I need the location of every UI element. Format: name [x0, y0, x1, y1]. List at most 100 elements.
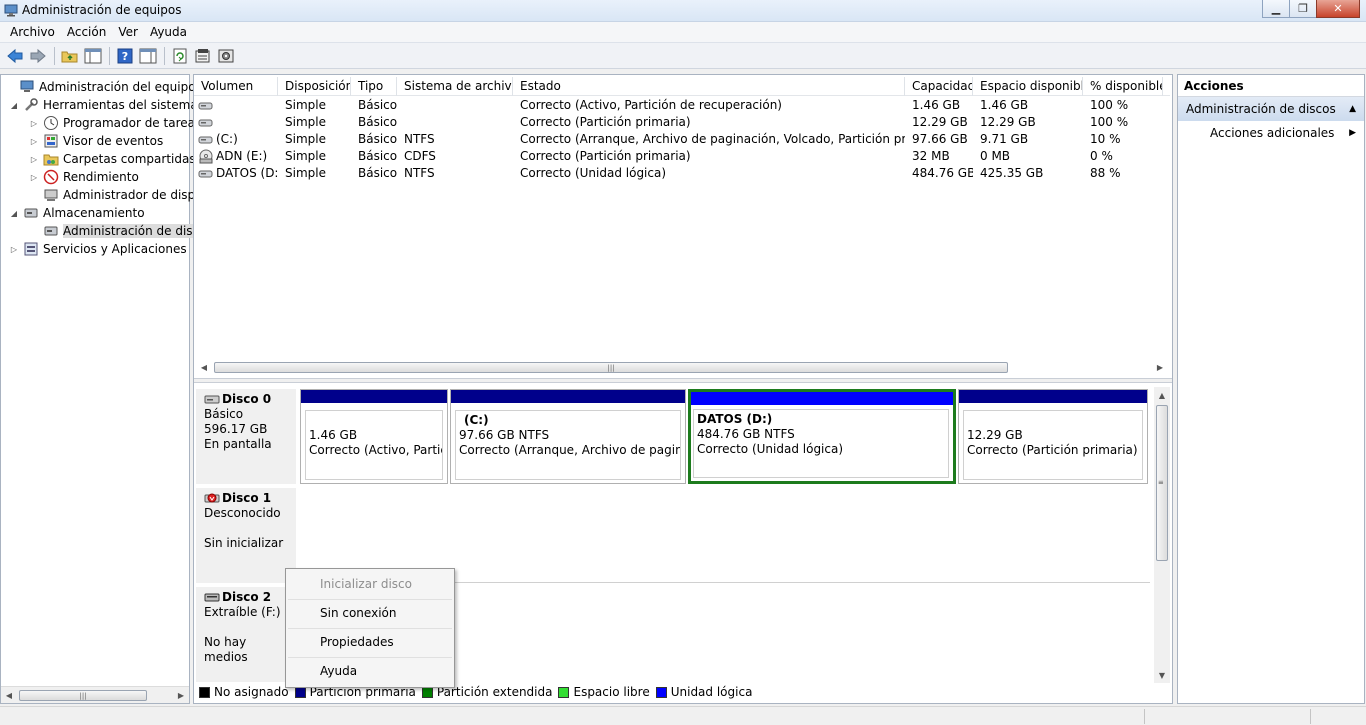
partition-c[interactable]: (C:) 97.66 GB NTFS Correcto (Arranque, Arc…: [450, 389, 686, 484]
menu-view[interactable]: Ver: [112, 25, 144, 39]
action-more-actions[interactable]: Acciones adicionales ▶: [1178, 121, 1364, 145]
tree-node[interactable]: ▷ Servicios y Aplicaciones: [9, 240, 187, 258]
partition-primary-12gb[interactable]: 12.29 GB Correcto (Partición primaria): [958, 389, 1148, 484]
scrollbar-thumb[interactable]: |||: [214, 362, 1008, 373]
disk-2-label[interactable]: Disco 2 Extraíble (F:) No hay medios: [196, 587, 296, 682]
collapse-arrow-icon[interactable]: ◢: [9, 101, 19, 110]
partition-type-bar: [959, 390, 1147, 403]
legend-label: No asignado: [214, 685, 289, 699]
tree-node[interactable]: ▷ Carpetas compartidas: [29, 150, 196, 168]
forward-button[interactable]: [27, 45, 49, 67]
partition-recovery[interactable]: 1.46 GB Correcto (Activo, Partició: [300, 389, 448, 484]
tree-node-label: Rendimiento: [63, 170, 139, 184]
disk-settings-icon: [218, 49, 234, 62]
column-header-free-space[interactable]: Espacio disponible: [973, 77, 1083, 96]
refresh-button[interactable]: [169, 45, 191, 67]
maximize-button[interactable]: ❐: [1289, 0, 1317, 18]
scroll-right-arrow-icon[interactable]: ▶: [1152, 359, 1168, 375]
tree-node[interactable]: ▷ Programador de tareas: [29, 114, 201, 132]
menu-help[interactable]: Ayuda: [144, 25, 193, 39]
column-header-volume[interactable]: Volumen: [194, 77, 278, 96]
tree-node[interactable]: Administración del equipo (loc: [5, 78, 221, 96]
tree-node[interactable]: Administración de disco: [29, 222, 207, 240]
legend-item: Unidad lógica: [655, 685, 753, 699]
close-button[interactable]: ✕: [1316, 0, 1360, 18]
help-button[interactable]: ?: [114, 45, 136, 67]
context-menu-item-properties[interactable]: Propiedades: [288, 629, 452, 658]
scroll-left-arrow-icon[interactable]: ◀: [1, 687, 17, 703]
grip-icon: |||: [79, 692, 87, 700]
expand-arrow-icon[interactable]: ▷: [9, 245, 19, 254]
table-row[interactable]: Simple Básico Correcto (Partición primaria…: [194, 114, 1164, 131]
disk-1-label[interactable]: Disco 1 Desconocido Sin inicializar: [196, 488, 296, 583]
tree-node-label: Almacenamiento: [43, 206, 145, 220]
context-menu-item-offline[interactable]: Sin conexión: [288, 600, 452, 629]
table-row[interactable]: Simple Básico Correcto (Activo, Partición …: [194, 97, 1164, 114]
show-tree-button[interactable]: [82, 45, 104, 67]
cell-volume: [216, 97, 278, 114]
column-header-capacity[interactable]: Capacidad: [905, 77, 973, 96]
up-folder-button[interactable]: [59, 45, 81, 67]
column-header-layout[interactable]: Disposición: [278, 77, 351, 96]
show-action-pane-button[interactable]: [137, 45, 159, 67]
scroll-up-arrow-icon[interactable]: ▲: [1154, 387, 1170, 403]
scrollbar-thumb[interactable]: ≡: [1156, 405, 1168, 561]
legend-item: Espacio libre: [558, 685, 650, 699]
event-viewer-icon: [43, 133, 59, 149]
removable-disk-icon: [204, 593, 220, 602]
cell-status: Correcto (Arranque, Archivo de paginació…: [520, 132, 905, 146]
tree-node-label: Administrador de dispo: [63, 188, 203, 202]
cell-status: Correcto (Activo, Partición de recuperac…: [520, 98, 782, 112]
action-pane-icon: [139, 48, 157, 63]
column-header-type[interactable]: Tipo: [351, 77, 397, 96]
collapse-arrow-icon[interactable]: ◢: [9, 209, 19, 218]
disk-map-vscrollbar[interactable]: ▲ ≡ ▼: [1154, 387, 1170, 683]
actions-section-disk-management[interactable]: Administración de discos ▲: [1178, 97, 1364, 121]
minimize-button[interactable]: ▁: [1262, 0, 1290, 18]
column-header-status[interactable]: Estado: [513, 77, 905, 96]
tree-node-label: Programador de tareas: [63, 116, 202, 130]
menu-bar: Archivo Acción Ver Ayuda: [0, 22, 1366, 43]
volume-list-hscrollbar[interactable]: ◀ ||| ▶: [196, 359, 1168, 376]
partition-type-bar: [451, 390, 685, 403]
expand-arrow-icon[interactable]: ▷: [29, 155, 39, 164]
column-header-file-system[interactable]: Sistema de archivos: [397, 77, 513, 96]
tree-node[interactable]: ▷ Rendimiento: [29, 168, 139, 186]
back-button[interactable]: [4, 45, 26, 67]
partition-d[interactable]: DATOS (D:) 484.76 GB NTFS Correcto (Unidad…: [688, 389, 956, 484]
context-menu-item-help[interactable]: Ayuda: [288, 658, 452, 687]
expand-arrow-icon[interactable]: ▷: [29, 137, 39, 146]
scroll-right-arrow-icon[interactable]: ▶: [173, 687, 189, 703]
scroll-left-arrow-icon[interactable]: ◀: [196, 359, 212, 375]
scrollbar-thumb[interactable]: |||: [19, 690, 147, 701]
tree-node[interactable]: ◢ Herramientas del sistema: [9, 96, 198, 114]
tree-node[interactable]: Administrador de dispo: [29, 186, 203, 204]
expand-arrow-icon[interactable]: ▷: [29, 173, 39, 182]
menu-file[interactable]: Archivo: [4, 25, 61, 39]
cell-type: Básico: [358, 149, 397, 163]
properties-button[interactable]: [192, 45, 214, 67]
submenu-arrow-icon: ▶: [1349, 128, 1356, 138]
table-row[interactable]: ADN (E:) Simple Básico CDFS Correcto (Partic…: [194, 148, 1164, 165]
menu-action[interactable]: Acción: [61, 25, 112, 39]
tree-hscrollbar[interactable]: ◀ ||| ▶: [1, 686, 189, 703]
legend-item: No asignado: [199, 685, 289, 699]
cell-volume: [216, 114, 278, 131]
cell-volume: ADN (E:): [216, 149, 268, 163]
tree-node[interactable]: ◢ Almacenamiento: [9, 204, 145, 222]
cell-free-space: 0 MB: [980, 149, 1011, 163]
cell-free-space: 9.71 GB: [980, 132, 1029, 146]
table-row[interactable]: DATOS (D:) Simple Básico NTFS Correcto (Unid…: [194, 165, 1164, 182]
table-row[interactable]: (C:) Simple Básico NTFS Correcto (Arranque, …: [194, 131, 1164, 148]
toolbar: ?: [0, 43, 1366, 69]
disk-0-partitions: 1.46 GB Correcto (Activo, Partició (C:) 97…: [298, 389, 1150, 484]
expand-arrow-icon[interactable]: ▷: [29, 119, 39, 128]
settings-button[interactable]: [215, 45, 237, 67]
column-header-percent-free[interactable]: % disponible: [1083, 77, 1163, 96]
disk-0-label[interactable]: Disco 0 Básico 596.17 GB En pantalla: [196, 389, 296, 484]
legend-label: Unidad lógica: [670, 685, 753, 699]
scroll-down-arrow-icon[interactable]: ▼: [1154, 667, 1170, 683]
tree-node[interactable]: ▷ Visor de eventos: [29, 132, 163, 150]
collapse-up-icon: ▲: [1349, 104, 1356, 114]
pane-splitter[interactable]: [194, 378, 1172, 383]
